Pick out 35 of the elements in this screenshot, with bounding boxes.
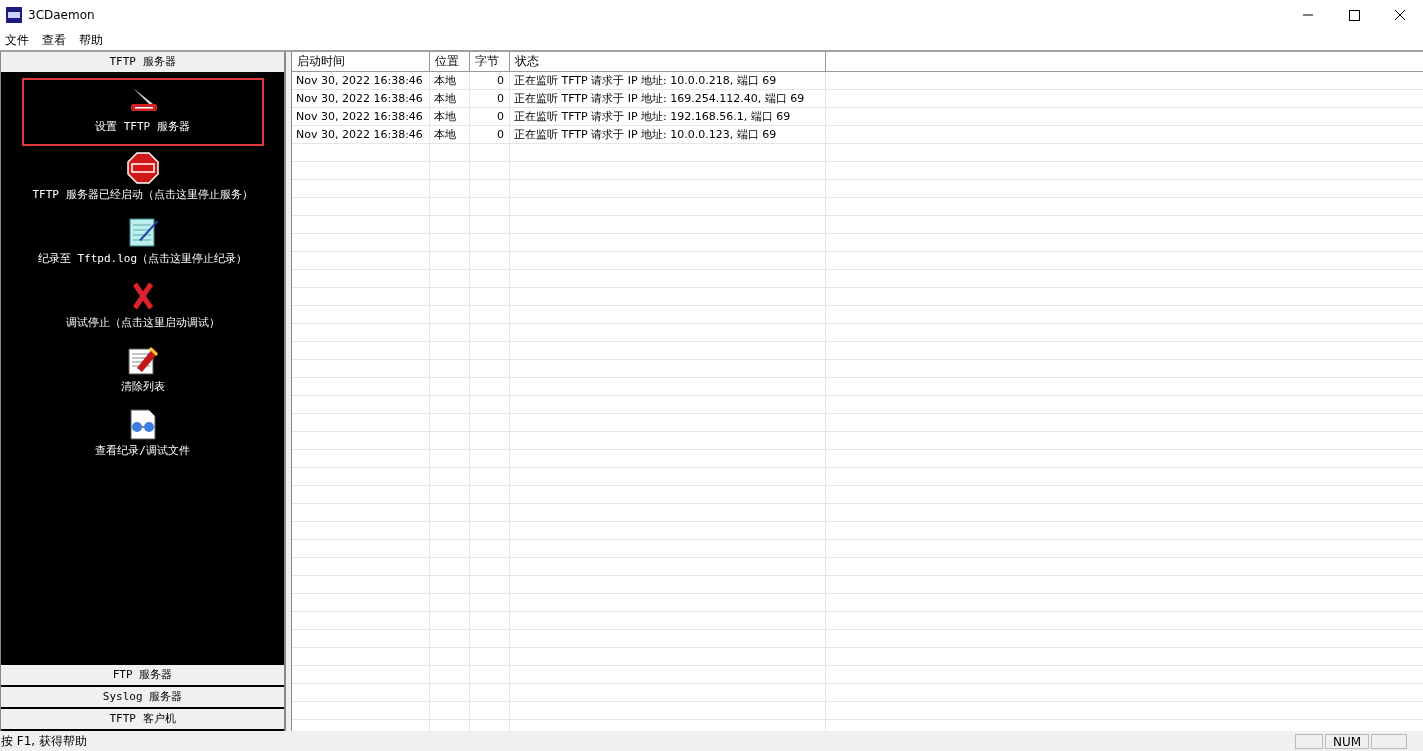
sidebar-item[interactable]: TFTP 服务器已经启动（点击这里停止服务） [21, 148, 264, 210]
section-header[interactable]: TFTP 客户机 [1, 709, 284, 731]
table-cell: Nov 30, 2022 16:38:46 [292, 126, 430, 143]
menu-item[interactable]: 文件 [5, 31, 29, 49]
status-indicator: NUM [1325, 733, 1369, 749]
window-title: 3CDaemon [28, 8, 95, 22]
menu-item[interactable]: 查看 [42, 31, 66, 49]
sidebar-item[interactable]: 设置 TFTP 服务器 [21, 78, 264, 146]
table-cell: Nov 30, 2022 16:38:46 [292, 72, 430, 89]
table-cell: 本地 [430, 108, 470, 125]
table-cell: 本地 [430, 72, 470, 89]
status-pane [1295, 733, 1323, 749]
notepad-pencil-icon [126, 216, 159, 248]
table-cell: 本地 [430, 90, 470, 107]
table-cell: 正在监听 TFTP 请求于 IP 地址: 192.168.56.1, 端口 69 [510, 108, 826, 125]
table-cell: 本地 [430, 126, 470, 143]
table-cell: Nov 30, 2022 16:38:46 [292, 108, 430, 125]
table-cell: 正在监听 TFTP 请求于 IP 地址: 169.254.112.40, 端口 69 [510, 90, 826, 107]
table-cell: 0 [470, 126, 510, 143]
stop-sign-icon [126, 152, 159, 184]
table-cell: 0 [470, 90, 510, 107]
table-cell: 正在监听 TFTP 请求于 IP 地址: 10.0.0.218, 端口 69 [510, 72, 826, 89]
table-cell: 正在监听 TFTP 请求于 IP 地址: 10.0.0.123, 端口 69 [510, 126, 826, 143]
eraser-document-icon [126, 344, 159, 376]
app-icon [6, 7, 22, 23]
sidebar-item[interactable]: 查看纪录/调试文件 [21, 404, 264, 466]
table-cell: 0 [470, 108, 510, 125]
table-cell: Nov 30, 2022 16:38:46 [292, 90, 430, 107]
sidebar-item[interactable]: 调试停止（点击这里启动调试） [21, 276, 264, 338]
table-cell: 0 [470, 72, 510, 89]
status-pane [1371, 733, 1407, 749]
sidebar-item[interactable]: 纪录至 Tftpd.log（点击这里停止纪录） [21, 212, 264, 274]
sidebar-item[interactable]: 清除列表 [21, 340, 264, 402]
menu-item[interactable]: 帮助 [79, 31, 103, 49]
status-message: 按 F1, 获得帮助 [0, 732, 87, 750]
